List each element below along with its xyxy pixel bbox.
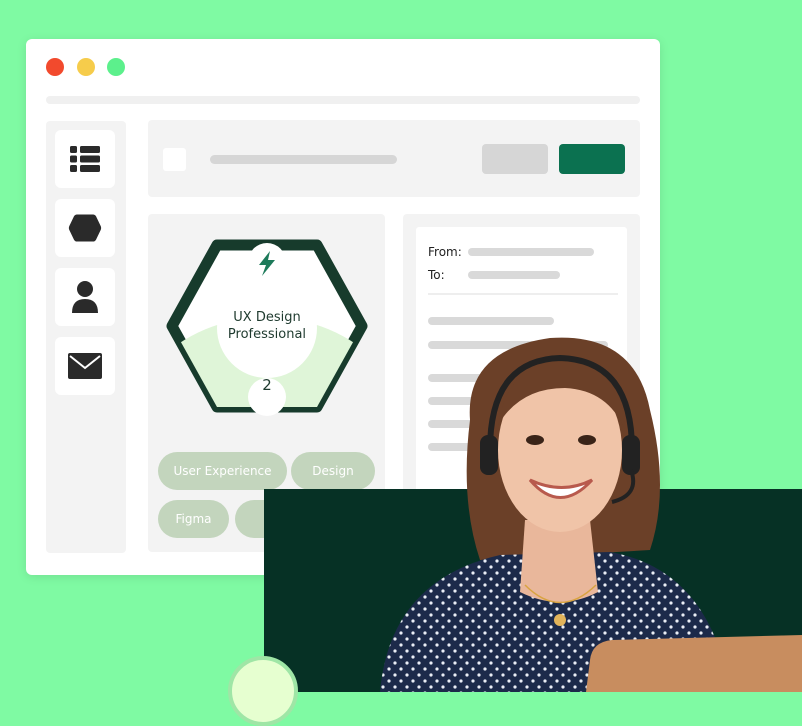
email-to-label: To: xyxy=(428,268,445,282)
window-close-button[interactable] xyxy=(46,58,64,76)
toolbar xyxy=(148,120,640,197)
skill-tag-user-experience[interactable]: User Experience xyxy=(158,452,287,490)
list-icon xyxy=(70,146,100,172)
mail-icon xyxy=(68,353,102,379)
email-divider xyxy=(428,293,618,295)
select-checkbox[interactable] xyxy=(163,148,186,171)
sidebar-item-mail[interactable] xyxy=(55,337,115,395)
badge-title: UX Design Professional xyxy=(227,310,307,342)
user-icon xyxy=(72,281,98,313)
decorative-circle xyxy=(228,656,298,726)
email-body-line xyxy=(428,317,554,325)
window-maximize-button[interactable] xyxy=(107,58,125,76)
person-photo xyxy=(380,337,802,692)
window-minimize-button[interactable] xyxy=(77,58,95,76)
badge-level: 2 xyxy=(262,376,272,394)
address-bar[interactable] xyxy=(46,96,640,104)
sidebar-item-list[interactable] xyxy=(55,130,115,188)
secondary-button[interactable] xyxy=(482,144,548,174)
sidebar-item-badges[interactable] xyxy=(55,199,115,257)
email-to-value xyxy=(468,271,560,279)
email-from-label: From: xyxy=(428,245,462,259)
hexagon-icon xyxy=(68,214,102,242)
primary-button[interactable] xyxy=(559,144,625,174)
sidebar-item-profile[interactable] xyxy=(55,268,115,326)
email-from-value xyxy=(468,248,594,256)
skill-tag-figma[interactable]: Figma xyxy=(158,500,229,538)
sidebar xyxy=(46,121,126,553)
search-placeholder-line[interactable] xyxy=(210,155,397,164)
